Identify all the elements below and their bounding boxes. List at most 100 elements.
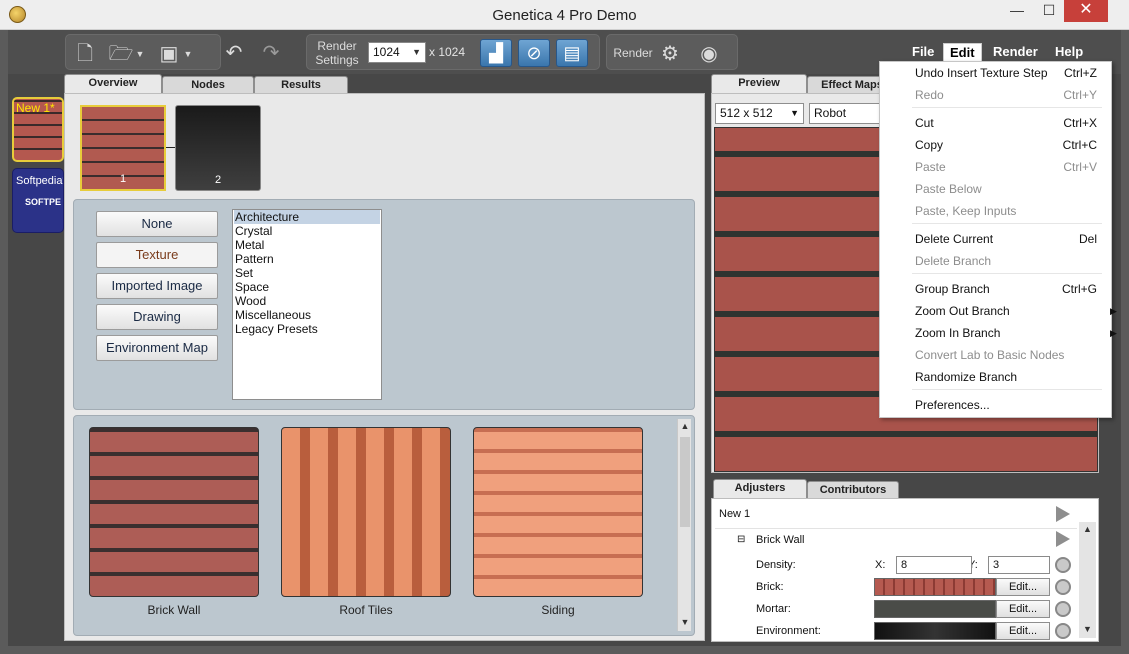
environment-edit-button[interactable]: Edit...	[996, 622, 1050, 640]
menu-render[interactable]: Render	[987, 43, 1044, 63]
adjuster-branch-row[interactable]: ⊟ Brick Wall	[715, 528, 1077, 550]
adjuster-root-row[interactable]: New 1	[715, 503, 1077, 525]
node-softpedia[interactable]: Softpedia* SOFTPE	[12, 168, 64, 233]
preset-drawing-button[interactable]: Drawing	[96, 304, 218, 330]
menu-delete-branch[interactable]: Delete Branch	[915, 252, 1105, 270]
resolution-select[interactable]: 1024 ▼	[368, 42, 426, 63]
list-item[interactable]: Legacy Presets	[234, 322, 380, 336]
shortcut-copy: Ctrl+C	[1062, 138, 1097, 152]
preview-size-select[interactable]: 512 x 512 ▼	[715, 103, 804, 124]
gallery-siding[interactable]	[473, 427, 643, 597]
render-settings-label: Render Settings	[315, 39, 359, 67]
list-item[interactable]: Pattern	[234, 252, 380, 266]
shortcut-undo: Ctrl+Z	[1064, 66, 1097, 80]
list-item[interactable]: Space	[234, 280, 380, 294]
gallery-caption: Brick Wall	[147, 603, 201, 617]
list-item[interactable]: Architecture	[234, 210, 380, 224]
list-item[interactable]: Set	[234, 266, 380, 280]
play-icon[interactable]	[1056, 531, 1070, 547]
list-item[interactable]: Wood	[234, 294, 380, 308]
menu-file[interactable]: File	[906, 43, 940, 63]
play-icon[interactable]	[1056, 506, 1070, 522]
save-icon[interactable]: ▣	[156, 41, 182, 67]
save-dropdown-icon[interactable]: ▼	[182, 41, 194, 67]
environment-swatch[interactable]	[874, 622, 996, 640]
menu-edit[interactable]: Edit	[943, 43, 982, 63]
magnifier-icon[interactable]	[1055, 579, 1071, 595]
window-title: Genetica 4 Pro Demo	[492, 7, 637, 24]
preset-texture-button[interactable]: Texture	[96, 242, 218, 268]
preview-mode-select[interactable]: Robot	[809, 103, 889, 124]
resolution-value: 1024	[373, 45, 400, 59]
density-y-input[interactable]: 3	[988, 556, 1050, 574]
preset-none-button[interactable]: None	[96, 211, 218, 237]
open-dropdown-icon[interactable]: ▼	[134, 41, 146, 67]
category-list[interactable]: Architecture Crystal Metal Pattern Set S…	[232, 209, 382, 400]
tab-results[interactable]: Results	[254, 76, 348, 93]
adjuster-root-label: New 1	[719, 508, 751, 520]
chevron-down-icon: ▼	[790, 108, 799, 118]
undo-icon[interactable]: ↶	[221, 40, 247, 66]
adjusters-scrollbar[interactable]: ▲ ▼	[1079, 522, 1096, 638]
node-thumbnail[interactable]: 2	[175, 105, 261, 191]
mortar-edit-button[interactable]: Edit...	[996, 600, 1050, 618]
list-item[interactable]: Miscellaneous	[234, 308, 380, 322]
render-quality-icon[interactable]: ▟	[480, 39, 512, 67]
redo-icon[interactable]: ↷	[258, 40, 284, 66]
menu-zoom-in-branch[interactable]: Zoom In Branch	[915, 324, 1105, 342]
render-group: Render ⚙ ◉	[606, 34, 738, 70]
menu-paste-below[interactable]: Paste Below	[915, 180, 1105, 198]
close-icon[interactable]: ✕	[1064, 0, 1108, 22]
node-new1[interactable]: New 1*	[12, 97, 64, 162]
menu-convert-lab[interactable]: Convert Lab to Basic Nodes	[915, 346, 1105, 364]
gallery-scrollbar[interactable]: ▲ ▼	[677, 419, 691, 631]
gallery-roof-tiles[interactable]	[281, 427, 451, 597]
thumbnail-number: 1	[119, 173, 127, 185]
magnifier-icon[interactable]	[1055, 623, 1071, 639]
undo-group: ↶ ↷	[218, 34, 306, 70]
density-x-input[interactable]: 8	[896, 556, 972, 574]
tab-preview[interactable]: Preview	[711, 74, 807, 94]
chevron-up-icon[interactable]: ▲	[1079, 524, 1096, 534]
gallery-brick-wall[interactable]	[89, 427, 259, 597]
menu-separator	[912, 223, 1102, 224]
node-thumbnail[interactable]: 1	[80, 105, 166, 191]
menu-paste-keep-inputs[interactable]: Paste, Keep Inputs	[915, 202, 1105, 220]
preset-imported-image-button[interactable]: Imported Image	[96, 273, 218, 299]
adjuster-branch-label: Brick Wall	[756, 534, 805, 546]
render-objects-icon[interactable]: ⚙	[657, 41, 683, 67]
tab-adjusters[interactable]: Adjusters	[713, 479, 807, 499]
render-label: Render	[613, 46, 653, 60]
new-file-icon[interactable]: 🗋	[72, 41, 98, 67]
preset-environment-map-button[interactable]: Environment Map	[96, 335, 218, 361]
render-sphere-icon[interactable]: ◉	[696, 41, 722, 67]
list-item[interactable]: Crystal	[234, 224, 380, 238]
x-label: X:	[875, 559, 886, 571]
magnifier-icon[interactable]	[1055, 557, 1071, 573]
menu-help[interactable]: Help	[1049, 43, 1089, 63]
tab-overview[interactable]: Overview	[64, 74, 162, 94]
list-item[interactable]: Metal	[234, 238, 380, 252]
chevron-up-icon[interactable]: ▲	[678, 421, 692, 431]
tab-contributors[interactable]: Contributors	[807, 481, 899, 498]
layers-icon[interactable]: ▤	[556, 39, 588, 67]
menu-separator	[912, 107, 1102, 108]
menu-randomize-branch[interactable]: Randomize Branch	[915, 368, 1105, 386]
minimize-icon[interactable]: —	[1000, 0, 1034, 22]
scrollbar-thumb[interactable]	[680, 437, 690, 527]
chevron-down-icon: ▼	[412, 47, 421, 57]
maximize-icon[interactable]: ☐	[1034, 0, 1064, 22]
brick-swatch[interactable]	[874, 578, 996, 596]
open-folder-icon[interactable]: 🗁	[108, 41, 134, 67]
chevron-down-icon[interactable]: ▼	[678, 617, 692, 627]
collapse-icon[interactable]: ⊟	[737, 529, 745, 551]
magnifier-icon[interactable]	[1055, 601, 1071, 617]
brick-edit-button[interactable]: Edit...	[996, 578, 1050, 596]
shortcut-paste: Ctrl+V	[1063, 160, 1097, 174]
chevron-down-icon[interactable]: ▼	[1079, 624, 1096, 634]
tab-nodes[interactable]: Nodes	[162, 76, 254, 93]
mortar-swatch[interactable]	[874, 600, 996, 618]
tiling-icon[interactable]: ⊘	[518, 39, 550, 67]
menu-preferences[interactable]: Preferences...	[915, 396, 1105, 414]
menu-zoom-out-branch[interactable]: Zoom Out Branch	[915, 302, 1105, 320]
